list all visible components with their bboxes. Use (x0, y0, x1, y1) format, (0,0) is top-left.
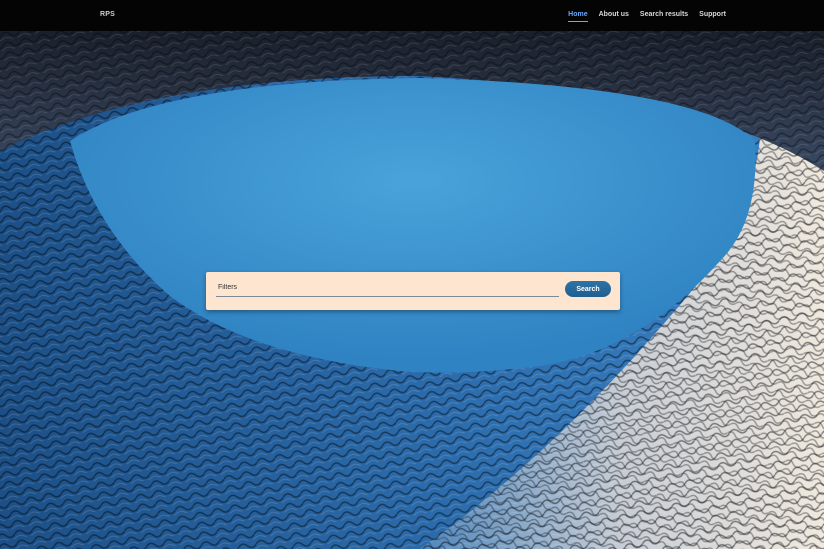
search-button[interactable]: Search (565, 281, 611, 297)
nav-link-support[interactable]: Support (699, 11, 726, 18)
filters-search-input[interactable] (216, 280, 559, 297)
brand-logo-text[interactable]: RPS (100, 11, 115, 18)
nav-link-home[interactable]: Home (568, 11, 589, 22)
navbar: RPS Home About us Search results Support (0, 0, 824, 31)
nav-link-about-us[interactable]: About us (599, 11, 629, 18)
search-panel: Search (206, 272, 620, 310)
nav-link-search-results[interactable]: Search results (640, 11, 688, 18)
main-nav: Home About us Search results Support (568, 11, 726, 22)
